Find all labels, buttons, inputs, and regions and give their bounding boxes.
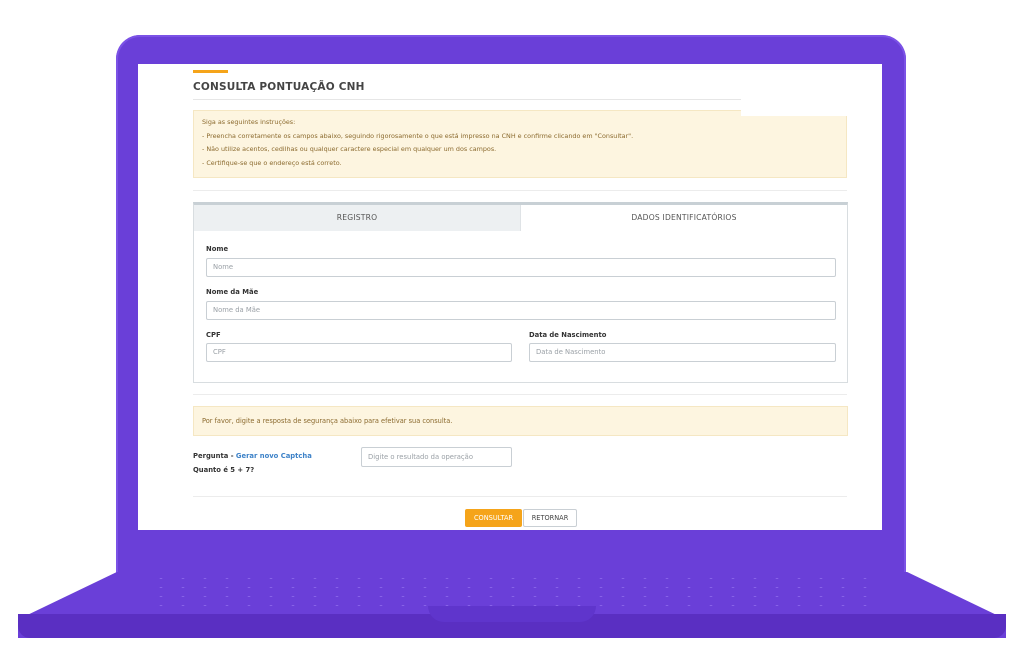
captcha-alert: Por favor, digite a resposta de seguranç… [193, 406, 848, 436]
divider [193, 190, 847, 191]
data-nascimento-input[interactable]: Data de Nascimento [529, 343, 836, 362]
captcha-separator: - [228, 452, 236, 460]
laptop-screen: CONSULTA PONTUAÇÃO CNH Siga as seguintes… [138, 64, 882, 530]
regenerate-captcha-link[interactable]: Gerar novo Captcha [236, 452, 312, 460]
consultar-button[interactable]: CONSULTAR [465, 509, 522, 527]
divider [193, 394, 847, 395]
retornar-button[interactable]: RETORNAR [523, 509, 577, 527]
instructions-notch [741, 108, 851, 116]
nome-input[interactable]: Nome [206, 258, 836, 277]
cpf-label: CPF [206, 331, 221, 339]
tab-registro[interactable]: REGISTRO [194, 205, 521, 231]
form-tabs: REGISTRO DADOS IDENTIFICATÓRIOS [194, 205, 847, 231]
nome-label: Nome [206, 245, 229, 253]
instructions-item: - Preencha corretamente os campos abaixo… [202, 131, 634, 140]
nome-mae-label: Nome da Mãe [206, 288, 259, 296]
identification-form: REGISTRO DADOS IDENTIFICATÓRIOS Nome Nom… [193, 202, 848, 383]
captcha-question-block: Pergunta - Gerar novo Captcha Quanto é 5… [193, 449, 312, 477]
captcha-question-label: Pergunta [193, 452, 229, 460]
instructions-item: - Certifique-se que o endereço está corr… [202, 158, 342, 167]
laptop-notch [428, 606, 596, 622]
page-header: CONSULTA PONTUAÇÃO CNH [193, 70, 741, 100]
nome-mae-input[interactable]: Nome da Mãe [206, 301, 836, 320]
cpf-input[interactable]: CPF [206, 343, 512, 362]
captcha-answer-input[interactable]: Digite o resultado da operação [361, 447, 512, 467]
page-title: CONSULTA PONTUAÇÃO CNH [193, 81, 741, 100]
title-accent-bar [193, 70, 228, 73]
instructions-item: - Não utilize acentos, cedilhas ou qualq… [202, 145, 497, 153]
instructions-heading: Siga as seguintes instruções: [202, 118, 296, 126]
instructions-alert: Siga as seguintes instruções: - Preencha… [193, 110, 847, 178]
data-nascimento-label: Data de Nascimento [529, 331, 607, 339]
tab-dados-identificatorios[interactable]: DADOS IDENTIFICATÓRIOS [521, 205, 847, 231]
laptop-keyboard [150, 574, 874, 608]
divider [193, 496, 847, 497]
captcha-question: Quanto é 5 + 7? [193, 466, 255, 474]
